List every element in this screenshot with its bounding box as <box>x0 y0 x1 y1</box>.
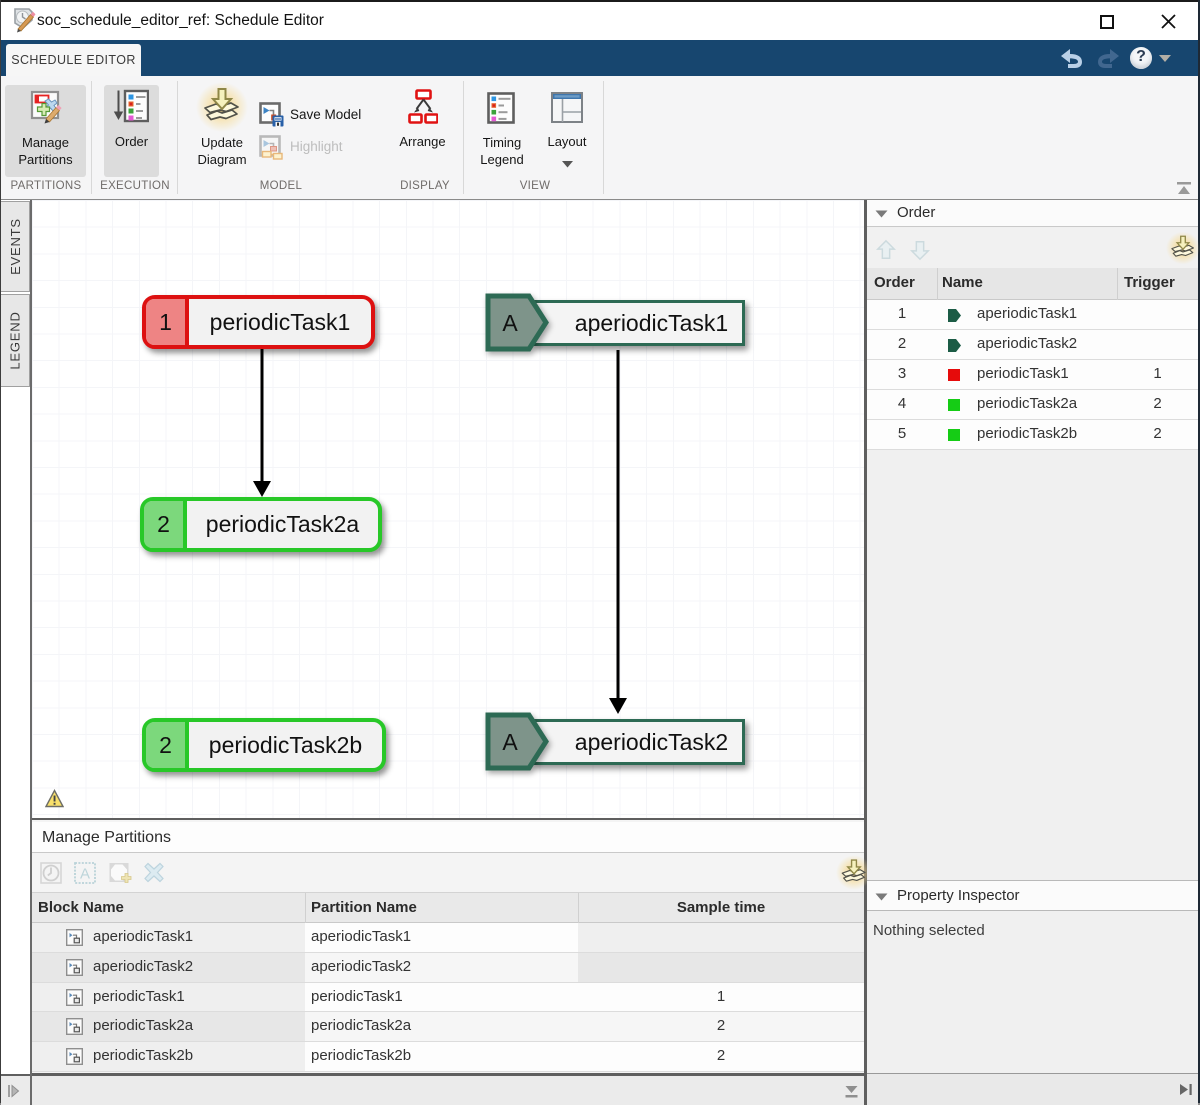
svg-text:A: A <box>502 310 518 336</box>
svg-text:A: A <box>502 729 518 755</box>
svg-text:A: A <box>80 866 90 883</box>
